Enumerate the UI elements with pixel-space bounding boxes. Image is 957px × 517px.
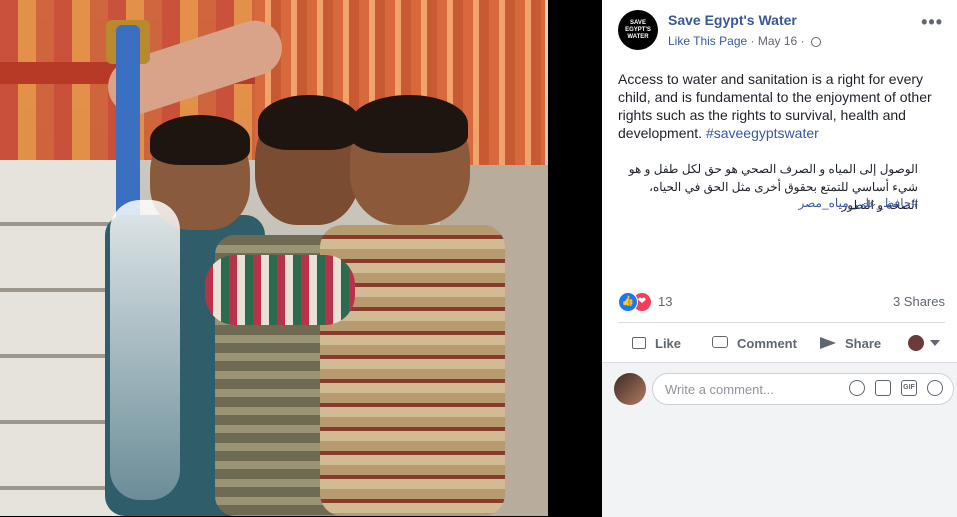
share-button[interactable]: Share bbox=[820, 326, 881, 360]
comment-input[interactable]: Write a comment... GIF bbox=[652, 373, 954, 405]
viewer-avatar bbox=[908, 335, 924, 351]
meta-separator: · bbox=[750, 34, 755, 48]
reactions-bar: 👍 ❤ 13 3 Shares bbox=[618, 292, 945, 312]
photo-striped-sleeve bbox=[205, 255, 355, 325]
post-as-selector[interactable] bbox=[908, 326, 940, 360]
reaction-count[interactable]: 13 bbox=[658, 294, 672, 309]
page-avatar[interactable]: SAVE EGYPT'S WATER bbox=[618, 10, 658, 50]
shares-count[interactable]: 3 Shares bbox=[893, 294, 945, 309]
post-photo[interactable] bbox=[0, 0, 548, 516]
hashtag-ar-link[interactable]: #حافظ_على_مياه_مصر bbox=[799, 196, 918, 210]
page-avatar-text: SAVE EGYPT'S WATER bbox=[625, 19, 651, 40]
divider bbox=[618, 322, 945, 323]
post-panel: SAVE EGYPT'S WATER Save Egypt's Water Li… bbox=[602, 0, 957, 517]
hashtag-en-link[interactable]: #saveegyptswater bbox=[706, 125, 819, 141]
more-options-icon[interactable]: ••• bbox=[921, 12, 943, 33]
like-page-link[interactable]: Like This Page bbox=[668, 34, 747, 48]
photo-child-3-hair bbox=[350, 95, 468, 153]
action-bar: Like Comment Share bbox=[618, 326, 945, 360]
like-button-label: Like bbox=[655, 335, 682, 351]
emoji-icon[interactable] bbox=[849, 380, 865, 396]
photo-water-stream bbox=[110, 200, 180, 500]
globe-icon bbox=[810, 37, 821, 47]
comment-button[interactable]: Comment bbox=[712, 326, 797, 360]
photo-child-1-hair bbox=[150, 115, 250, 165]
comment-area: Write a comment... GIF bbox=[602, 362, 957, 517]
camera-icon[interactable] bbox=[875, 380, 891, 396]
like-reaction-icon[interactable]: 👍 bbox=[618, 292, 638, 312]
share-icon bbox=[820, 335, 838, 351]
comment-input-icons: GIF bbox=[849, 380, 943, 396]
post-header: SAVE EGYPT'S WATER Save Egypt's Water Li… bbox=[618, 10, 947, 54]
hashtag-ar-row: #حافظ_على_مياه_مصر bbox=[618, 196, 918, 210]
chevron-down-icon bbox=[930, 340, 940, 346]
post-date[interactable]: May 16 bbox=[758, 34, 797, 48]
post-text-en: Access to water and sanitation is a righ… bbox=[618, 70, 943, 142]
comment-button-label: Comment bbox=[737, 335, 797, 351]
page-name-link[interactable]: Save Egypt's Water bbox=[668, 12, 797, 28]
meta-separator-2: · bbox=[800, 34, 805, 48]
gif-icon[interactable]: GIF bbox=[901, 380, 917, 396]
comment-icon bbox=[712, 335, 730, 351]
photo-child-2-hair bbox=[258, 95, 360, 150]
post-photo-viewer[interactable] bbox=[0, 0, 602, 516]
thumbs-up-icon bbox=[630, 335, 648, 351]
like-button[interactable]: Like bbox=[630, 326, 681, 360]
share-button-label: Share bbox=[845, 335, 882, 351]
comment-placeholder: Write a comment... bbox=[665, 382, 774, 397]
sticker-icon[interactable] bbox=[927, 380, 943, 396]
post-meta: Like This Page · May 16 · bbox=[668, 34, 821, 48]
commenter-avatar bbox=[614, 373, 646, 405]
